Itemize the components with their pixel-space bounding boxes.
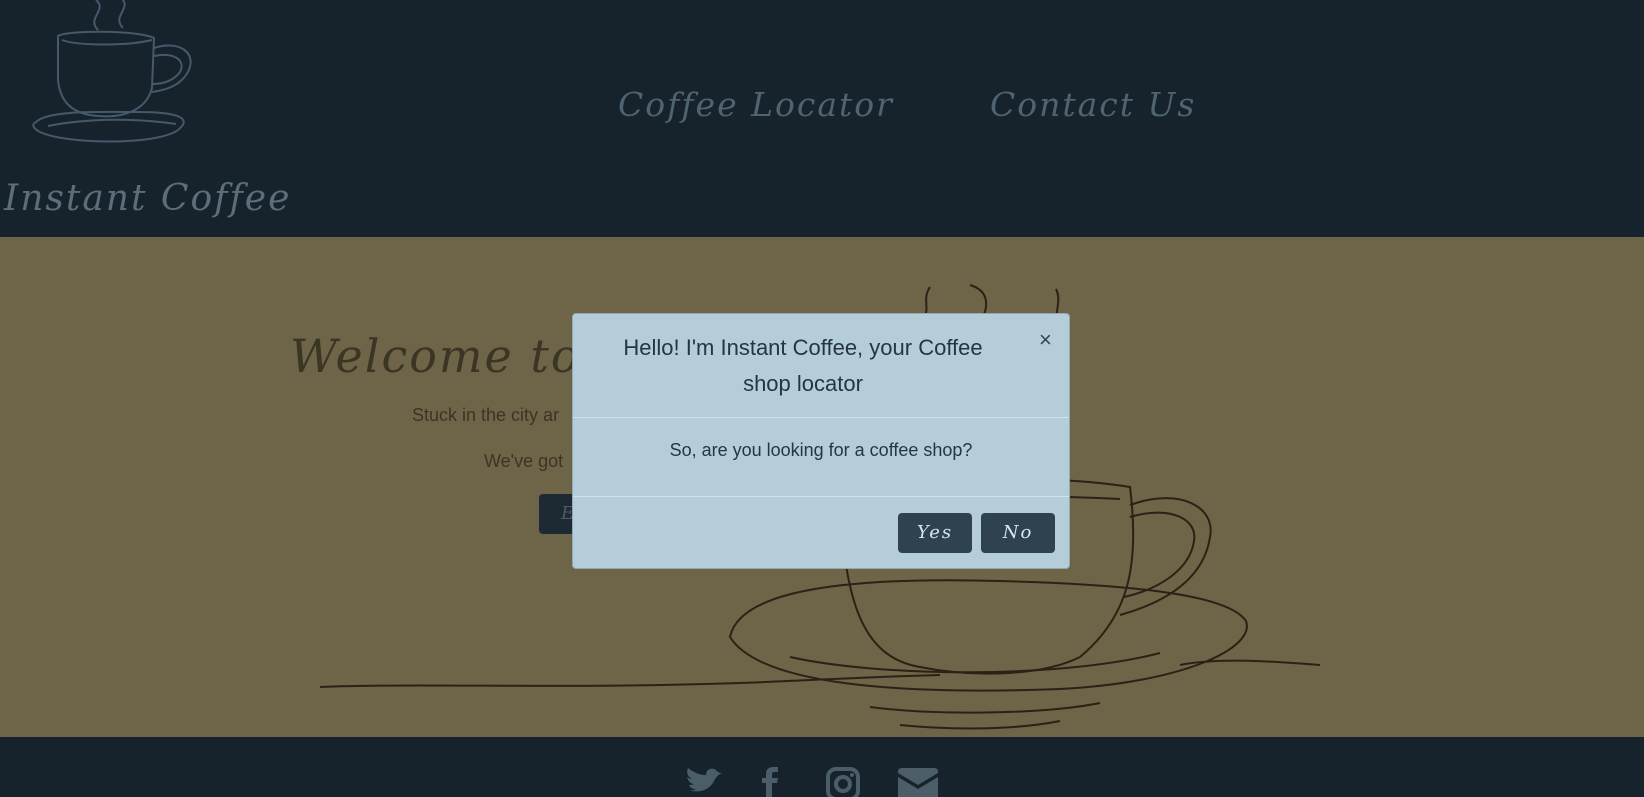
modal-question: So, are you looking for a coffee shop? <box>669 440 973 460</box>
close-icon[interactable]: × <box>1039 329 1052 351</box>
locator-modal: Hello! I'm Instant Coffee, your Coffee s… <box>572 313 1070 569</box>
modal-body: So, are you looking for a coffee shop? <box>573 418 1069 497</box>
modal-header: Hello! I'm Instant Coffee, your Coffee s… <box>573 314 1069 418</box>
yes-button[interactable]: Yes <box>898 513 972 553</box>
no-button[interactable]: No <box>981 513 1055 553</box>
modal-title: Hello! I'm Instant Coffee, your Coffee s… <box>623 335 983 396</box>
